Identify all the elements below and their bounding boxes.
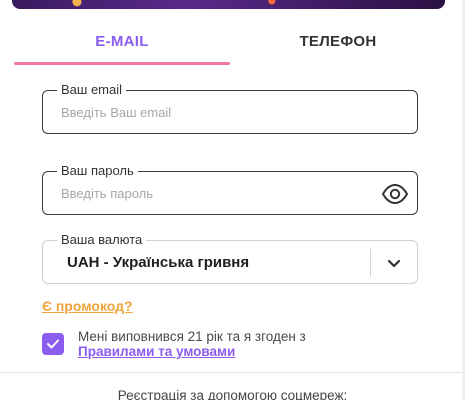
terms-link[interactable]: Правилами та умовами (78, 343, 235, 360)
social-signup-title: Реєстрація за допомогою соцмереж: (117, 388, 348, 400)
password-input[interactable] (61, 182, 361, 204)
promo-banner (12, 0, 445, 9)
currency-select[interactable]: Ваша валюта UAH - Українська гривня (42, 232, 418, 284)
auth-tabs: E-MAIL ТЕЛЕФОН (14, 18, 446, 66)
eye-icon[interactable] (381, 180, 409, 208)
tab-email[interactable]: E-MAIL (14, 18, 230, 64)
currency-value: UAH - Українська гривня (67, 254, 250, 271)
tab-phone[interactable]: ТЕЛЕФОН (230, 18, 446, 64)
promo-code-link[interactable]: Є промокод? (42, 298, 133, 314)
terms-agreement: Мені виповнився 21 рік та я згоден з Пра… (42, 328, 442, 362)
select-divider (370, 249, 371, 277)
password-field: Ваш пароль (42, 163, 418, 215)
password-label: Ваш пароль (57, 163, 138, 179)
divider (0, 372, 465, 373)
currency-label: Ваша валюта (57, 232, 147, 248)
chevron-down-icon[interactable] (385, 254, 403, 272)
active-tab-indicator (14, 62, 230, 65)
email-field: Ваш email (42, 82, 418, 134)
terms-checkbox[interactable] (42, 333, 64, 355)
check-icon (47, 339, 59, 349)
email-label: Ваш email (57, 82, 127, 98)
email-input[interactable] (61, 101, 361, 123)
